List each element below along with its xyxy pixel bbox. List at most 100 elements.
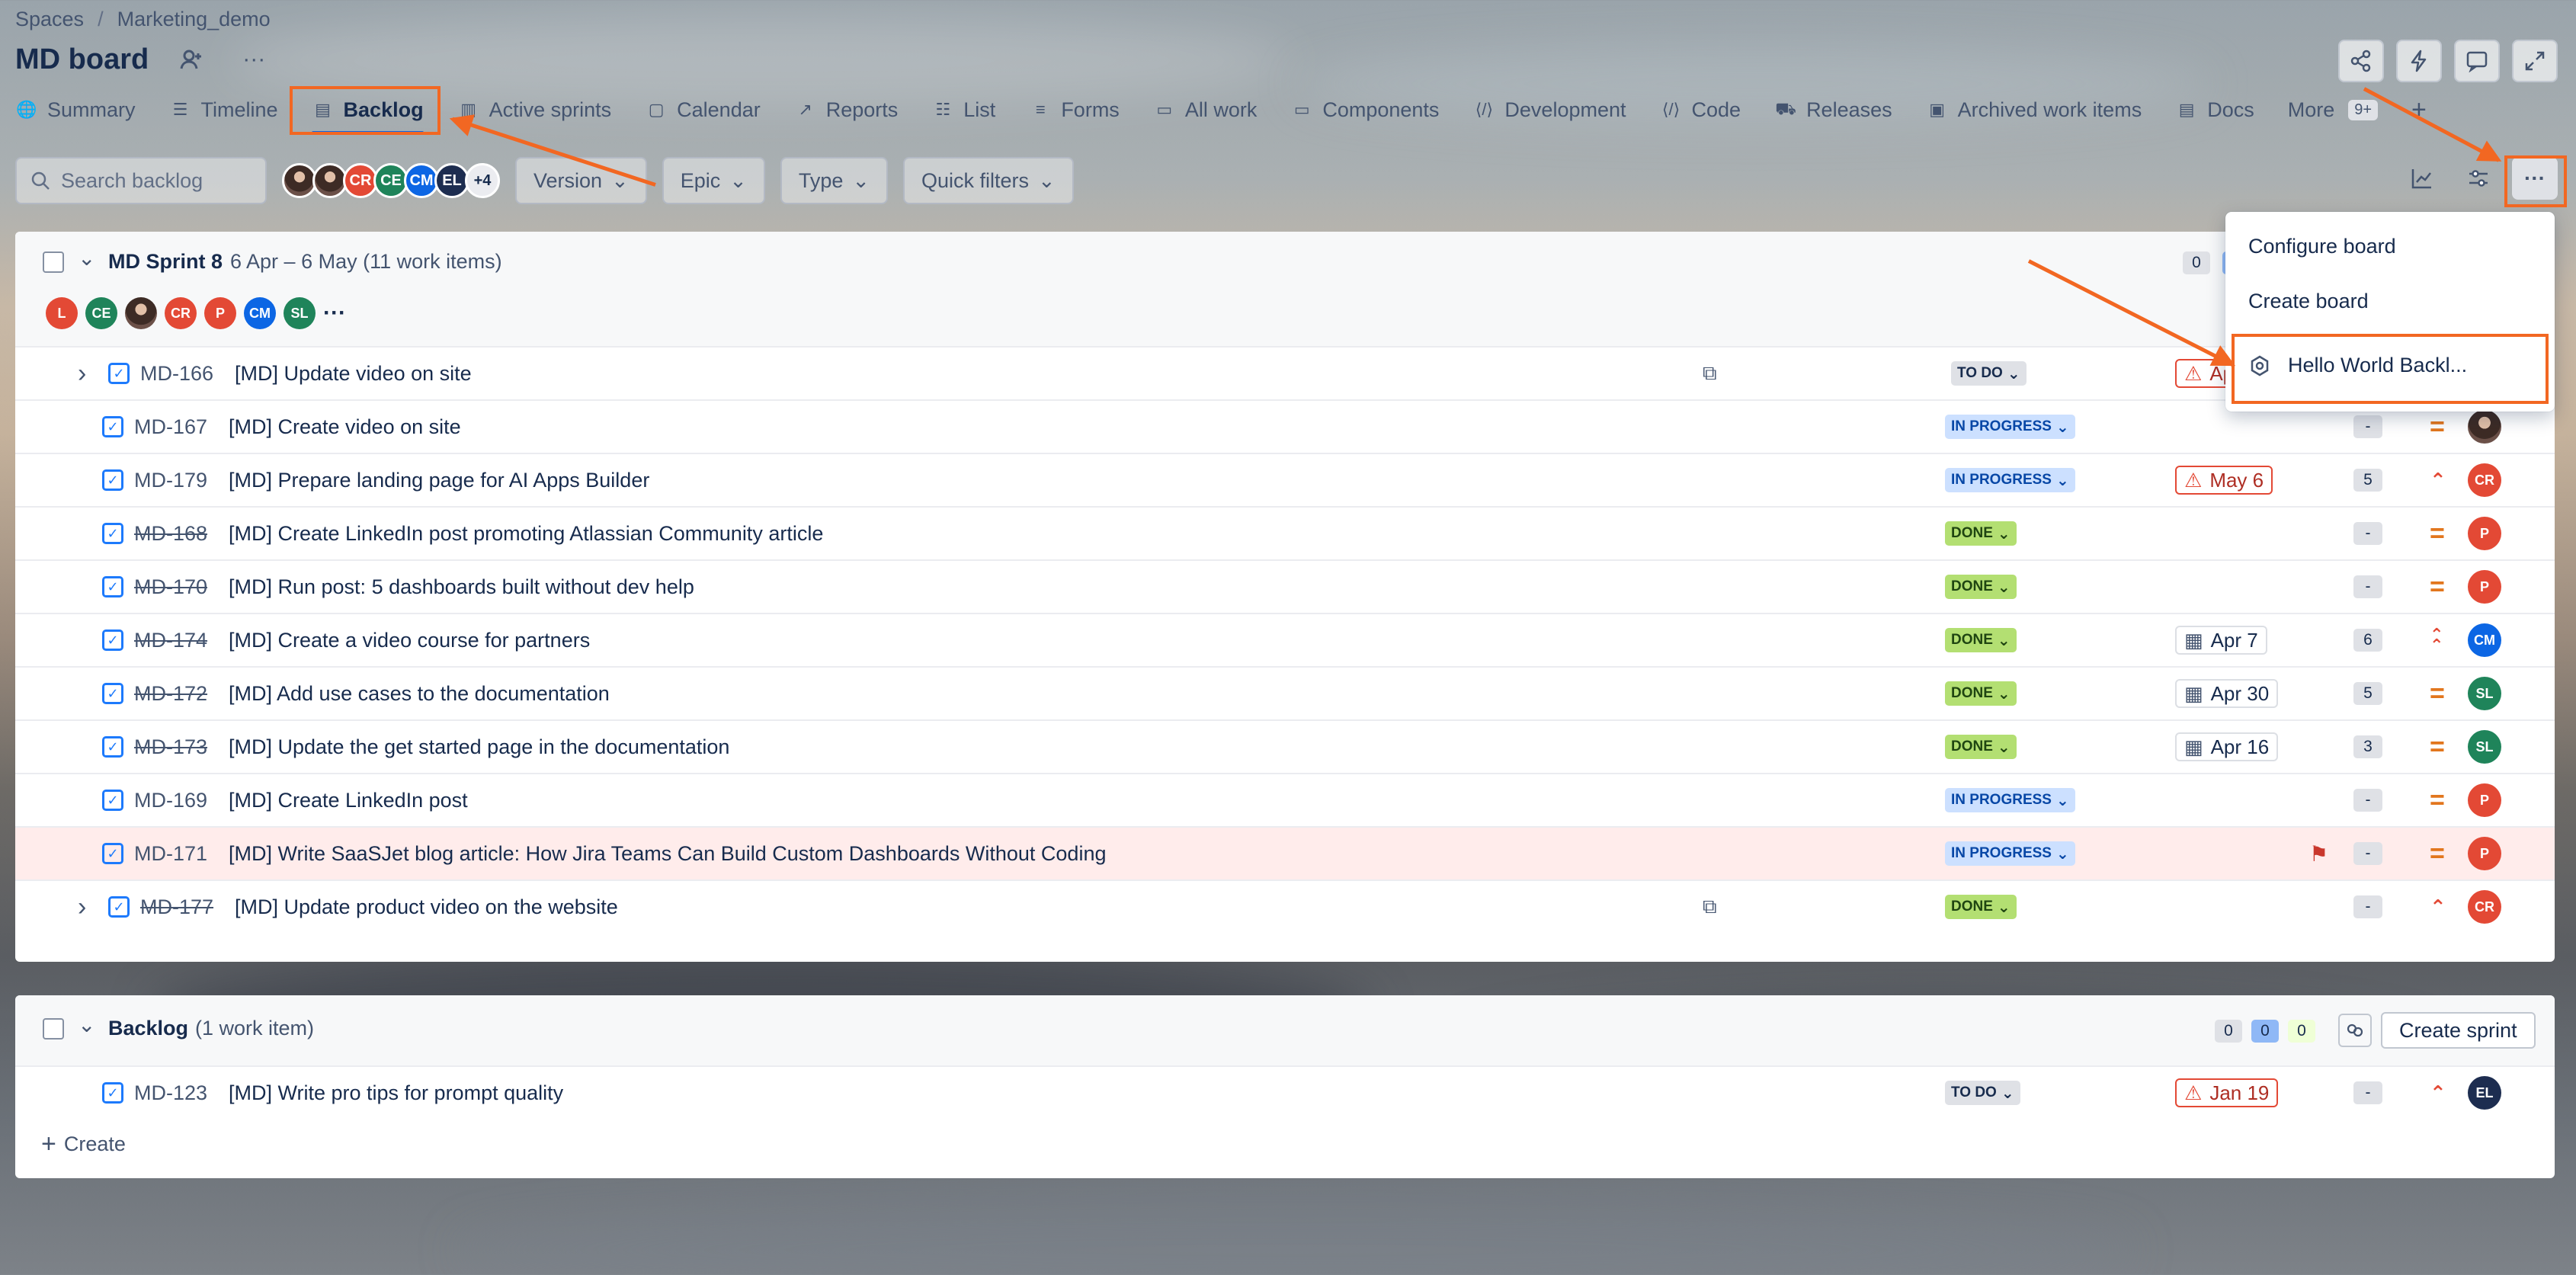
estimate[interactable]: - bbox=[2353, 415, 2382, 438]
tab-archived-work-items[interactable]: ▣ Archived work items bbox=[1909, 90, 2159, 130]
status-dropdown[interactable]: IN PROGRESS ⌄ bbox=[1945, 788, 2075, 812]
estimate[interactable]: 3 bbox=[2353, 735, 2382, 758]
avatar-filter[interactable]: CR CE CM EL +4 bbox=[282, 163, 500, 198]
issue-summary[interactable]: [MD] Create LinkedIn post promoting Atla… bbox=[229, 522, 823, 546]
issue-key[interactable]: MD-174 bbox=[134, 629, 207, 652]
tab-reports[interactable]: ↗ Reports bbox=[777, 90, 915, 130]
sprint-checkbox[interactable] bbox=[43, 251, 64, 273]
assignee-avatar[interactable]: P bbox=[2468, 783, 2501, 817]
create-item-button[interactable]: + Create bbox=[41, 1129, 126, 1159]
due-date[interactable]: ▦ Apr 7 bbox=[2175, 626, 2267, 655]
table-row[interactable]: › ✓ MD-177 [MD] Update product video on the… bbox=[15, 879, 2555, 933]
assignee-avatar[interactable]: P bbox=[2468, 837, 2501, 870]
status-dropdown[interactable]: DONE ⌄ bbox=[1945, 895, 2017, 919]
issue-key[interactable]: MD-171 bbox=[134, 842, 207, 866]
tab-releases[interactable]: ⛟ Releases bbox=[1757, 90, 1909, 130]
estimate[interactable]: - bbox=[2353, 522, 2382, 545]
estimate[interactable]: 5 bbox=[2353, 469, 2382, 492]
issue-key[interactable]: MD-170 bbox=[134, 575, 207, 599]
avatar[interactable]: P bbox=[204, 297, 236, 329]
automation-button[interactable] bbox=[2396, 40, 2442, 82]
table-row[interactable]: ✓ MD-167 [MD] Create video on site IN PROGR… bbox=[15, 399, 2555, 453]
due-date[interactable]: ▦ Apr 16 bbox=[2175, 732, 2279, 761]
chevron-down-icon[interactable]: ⌄ bbox=[78, 245, 95, 271]
add-person-icon[interactable] bbox=[171, 40, 211, 79]
avatar[interactable]: SL bbox=[284, 297, 316, 329]
tab-forms[interactable]: ≡ Forms bbox=[1012, 90, 1136, 130]
feedback-button[interactable] bbox=[2454, 40, 2500, 82]
avatar[interactable] bbox=[125, 297, 157, 329]
issue-summary[interactable]: [MD] Run post: 5 dashboards built withou… bbox=[229, 575, 694, 599]
tab-all-work[interactable]: ▭ All work bbox=[1136, 90, 1274, 130]
tab-docs[interactable]: ▤ Docs bbox=[2158, 90, 2271, 130]
issue-summary[interactable]: [MD] Add use cases to the documentation bbox=[229, 682, 610, 706]
quick-filters-button[interactable]: Quick filters ⌄ bbox=[903, 157, 1074, 204]
tab-timeline[interactable]: ☰ Timeline bbox=[152, 90, 295, 130]
due-date[interactable]: ▦ Apr 30 bbox=[2175, 679, 2279, 708]
issue-key[interactable]: MD-123 bbox=[134, 1081, 207, 1105]
estimate[interactable]: - bbox=[2353, 842, 2382, 865]
issue-key[interactable]: MD-166 bbox=[140, 362, 213, 386]
version-filter-button[interactable]: Version ⌄ bbox=[515, 157, 647, 204]
estimate[interactable]: 6 bbox=[2353, 629, 2382, 652]
avatar[interactable]: CE bbox=[85, 297, 117, 329]
estimate[interactable]: - bbox=[2353, 789, 2382, 812]
tab-list[interactable]: ☷ List bbox=[915, 90, 1012, 130]
status-dropdown[interactable]: IN PROGRESS ⌄ bbox=[1945, 415, 2075, 439]
issue-key[interactable]: MD-179 bbox=[134, 469, 207, 492]
child-items-icon[interactable]: ⧉ bbox=[1703, 895, 1717, 919]
table-row[interactable]: ✓ MD-123 [MD] Write pro tips for prompt qu… bbox=[15, 1065, 2555, 1119]
chevron-right-icon[interactable]: › bbox=[78, 892, 86, 922]
link-icon[interactable] bbox=[2338, 1014, 2372, 1047]
chevron-right-icon[interactable]: › bbox=[78, 359, 86, 389]
share-button[interactable] bbox=[2338, 40, 2384, 82]
issue-key[interactable]: MD-167 bbox=[134, 415, 207, 439]
insights-button[interactable] bbox=[2399, 157, 2445, 200]
status-dropdown[interactable]: DONE ⌄ bbox=[1945, 628, 2017, 652]
estimate[interactable]: - bbox=[2353, 895, 2382, 918]
tab-code[interactable]: ⟨/⟩ Code bbox=[1643, 90, 1758, 130]
assignee-avatar[interactable]: P bbox=[2468, 570, 2501, 604]
status-dropdown[interactable]: DONE ⌄ bbox=[1945, 521, 2017, 546]
status-dropdown[interactable]: TO DO ⌄ bbox=[1945, 1081, 2020, 1105]
issue-summary[interactable]: [MD] Create video on site bbox=[229, 415, 461, 439]
due-date-overdue[interactable]: ⚠ Jan 19 bbox=[2175, 1078, 2279, 1107]
issue-summary[interactable]: [MD] Create a video course for partners bbox=[229, 629, 590, 652]
assignee-avatar[interactable]: EL bbox=[2468, 1076, 2501, 1110]
search-input[interactable]: Search backlog bbox=[15, 157, 267, 204]
assignee-avatar[interactable]: CM bbox=[2468, 623, 2501, 657]
more-button[interactable]: ··· bbox=[2512, 157, 2558, 200]
assignee-avatar[interactable]: P bbox=[2468, 517, 2501, 550]
child-items-icon[interactable]: ⧉ bbox=[1703, 361, 1717, 386]
issue-summary[interactable]: [MD] Write SaaSJet blog article: How Jir… bbox=[229, 842, 1106, 866]
table-row[interactable]: ✓ MD-172 [MD] Add use cases to the documen… bbox=[15, 666, 2555, 719]
assignee-avatar[interactable] bbox=[2468, 410, 2501, 444]
tab-components[interactable]: ▭ Components bbox=[1274, 90, 1456, 130]
table-row[interactable]: ✓ MD-173 [MD] Update the get started page … bbox=[15, 719, 2555, 773]
table-row[interactable]: ✓ MD-171 [MD] Write SaaSJet blog article: … bbox=[15, 826, 2555, 879]
status-dropdown[interactable]: DONE ⌄ bbox=[1945, 735, 2017, 759]
issue-summary[interactable]: [MD] Prepare landing page for AI Apps Bu… bbox=[229, 469, 649, 492]
avatar[interactable]: CR bbox=[165, 297, 197, 329]
issue-summary[interactable]: [MD] Create LinkedIn post bbox=[229, 789, 468, 812]
issue-key[interactable]: MD-172 bbox=[134, 682, 207, 706]
fullscreen-button[interactable] bbox=[2512, 40, 2558, 82]
issue-key[interactable]: MD-173 bbox=[134, 735, 207, 759]
tab-calendar[interactable]: ▢ Calendar bbox=[628, 90, 777, 130]
due-date-overdue[interactable]: ⚠ May 6 bbox=[2175, 466, 2273, 495]
status-dropdown[interactable]: TO DO ⌄ bbox=[1951, 361, 2027, 386]
more-actions-icon[interactable]: ··· bbox=[234, 40, 274, 79]
tab-summary[interactable]: 🌐 Summary bbox=[15, 90, 152, 130]
tab-development[interactable]: ⟨/⟩ Development bbox=[1456, 90, 1642, 130]
backlog-checkbox[interactable] bbox=[43, 1018, 64, 1040]
table-row[interactable]: ✓ MD-179 [MD] Prepare landing page for AI … bbox=[15, 453, 2555, 506]
table-row[interactable]: ✓ MD-174 [MD] Create a video course for pa… bbox=[15, 613, 2555, 666]
assignee-avatar[interactable]: CR bbox=[2468, 890, 2501, 924]
type-filter-button[interactable]: Type ⌄ bbox=[780, 157, 889, 204]
issue-summary[interactable]: [MD] Write pro tips for prompt quality bbox=[229, 1081, 563, 1105]
avatar[interactable]: L bbox=[46, 297, 78, 329]
issue-summary[interactable]: [MD] Update product video on the website bbox=[235, 895, 618, 919]
chevron-down-icon[interactable]: ⌄ bbox=[78, 1012, 95, 1037]
status-dropdown[interactable]: IN PROGRESS ⌄ bbox=[1945, 841, 2075, 866]
status-dropdown[interactable]: DONE ⌄ bbox=[1945, 575, 2017, 599]
